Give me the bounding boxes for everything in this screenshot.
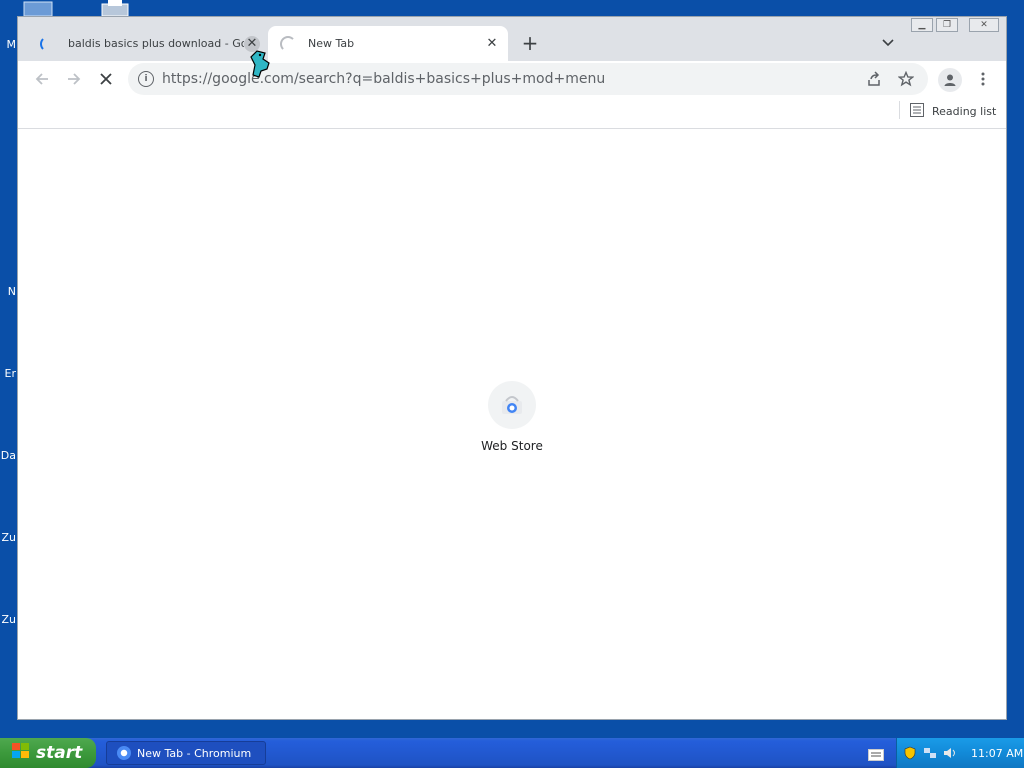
forward-icon[interactable]: [62, 67, 86, 91]
chromium-icon: [117, 746, 131, 760]
tab-title: baldis basics plus download - Google Sea…: [68, 37, 244, 50]
system-tray: 11:07 AM: [896, 738, 1024, 768]
profile-icon[interactable]: [938, 68, 962, 92]
close-window-button[interactable]: ✕: [969, 18, 999, 32]
tab-search-icon[interactable]: [878, 33, 898, 53]
reading-list-button[interactable]: Reading list: [910, 101, 996, 121]
desktop-icon-printer[interactable]: [100, 0, 132, 17]
start-button[interactable]: start: [0, 738, 96, 768]
browser-window: baldis basics plus download - Google Sea…: [17, 16, 1007, 720]
taskbar-item-chromium[interactable]: New Tab - Chromium: [106, 741, 266, 765]
share-icon[interactable]: [864, 69, 884, 89]
web-store-icon: [488, 381, 536, 429]
close-icon[interactable]: ✕: [484, 36, 500, 52]
desktop-label[interactable]: Zu: [0, 531, 16, 544]
desktop-label[interactable]: Er: [0, 367, 16, 380]
shortcut-label: Web Store: [481, 439, 543, 453]
clock[interactable]: 11:07 AM: [971, 747, 1023, 760]
taskbar: start New Tab - Chromium 11:07 AM: [0, 738, 1024, 768]
stop-icon[interactable]: [94, 67, 118, 91]
reading-list-icon: [910, 102, 924, 120]
shield-icon[interactable]: [903, 746, 917, 760]
tab-new-tab[interactable]: New Tab ✕: [268, 26, 508, 61]
new-tab-icon[interactable]: +: [518, 31, 542, 55]
network-icon[interactable]: [923, 746, 937, 760]
minimize-button[interactable]: ▁: [911, 18, 933, 32]
keyboard-icon[interactable]: [868, 746, 884, 761]
maximize-button[interactable]: ❐: [936, 18, 958, 32]
new-tab-page: Web Store: [18, 129, 1006, 719]
info-icon[interactable]: i: [138, 71, 154, 87]
start-label: start: [36, 743, 83, 763]
desktop-label[interactable]: Da: [0, 449, 16, 462]
bookmarks-separator: [899, 101, 900, 119]
star-icon[interactable]: [896, 69, 916, 89]
volume-icon[interactable]: [943, 746, 957, 760]
desktop-label[interactable]: M: [0, 38, 17, 51]
reading-list-label: Reading list: [932, 104, 997, 118]
loading-spinner-icon: [40, 35, 56, 52]
bookmarks-bar: Reading list: [18, 97, 1006, 129]
tab-google-search[interactable]: baldis basics plus download - Google Sea…: [28, 26, 268, 61]
shortcut-web-store[interactable]: Web Store: [462, 381, 562, 453]
tab-strip: baldis basics plus download - Google Sea…: [18, 17, 1006, 61]
mouse-cursor-icon: [243, 47, 277, 85]
desktop-label[interactable]: N: [0, 285, 16, 298]
desktop-icon-computer[interactable]: [22, 0, 54, 17]
desktop-label[interactable]: Zu: [0, 613, 16, 626]
windows-logo-icon: [12, 742, 30, 764]
menu-icon[interactable]: [973, 69, 993, 89]
taskbar-item-label: New Tab - Chromium: [137, 746, 252, 760]
toolbar: i https://google.com/search?q=baldis+bas…: [18, 61, 1006, 97]
tab-title: New Tab: [308, 37, 355, 50]
loading-spinner-icon: [280, 35, 296, 52]
back-icon[interactable]: [30, 67, 54, 91]
